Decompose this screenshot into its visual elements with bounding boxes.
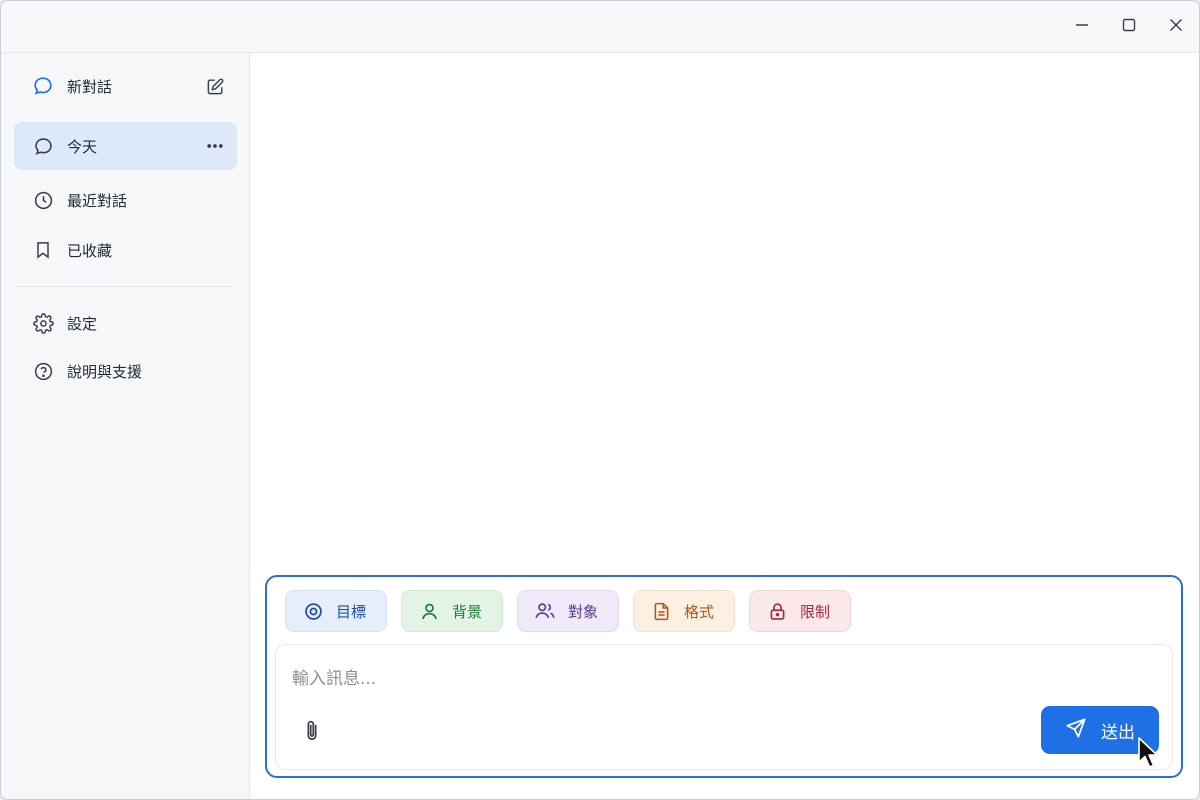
minimize-button[interactable] <box>1058 1 1105 53</box>
chip-label: 限制 <box>800 602 831 621</box>
sidebar: 新對話 今天 最近對話 已收藏 設定 說明與支援 <box>1 53 250 799</box>
new-chat-button[interactable]: 新對話 <box>14 62 237 110</box>
message-input[interactable] <box>286 659 986 699</box>
help-circle-icon <box>32 360 54 382</box>
lock-icon <box>766 600 788 622</box>
sidebar-item-help[interactable]: 說明與支援 <box>14 347 237 395</box>
chip-format[interactable]: 格式 <box>633 590 735 632</box>
sidebar-item-settings[interactable]: 設定 <box>14 299 237 347</box>
gear-icon <box>32 312 54 334</box>
chip-label: 對象 <box>568 602 599 621</box>
chip-constraints[interactable]: 限制 <box>749 590 851 632</box>
minimize-icon <box>1074 17 1090 37</box>
chip-background[interactable]: 背景 <box>401 590 503 632</box>
chip-goal[interactable]: 目標 <box>285 590 387 632</box>
sidebar-item-today[interactable]: 今天 <box>14 122 237 170</box>
send-icon <box>1065 717 1087 744</box>
new-chat-label: 新對話 <box>67 77 113 96</box>
people-icon <box>534 600 556 622</box>
paperclip-icon <box>301 718 323 748</box>
maximize-button[interactable] <box>1105 1 1152 53</box>
title-bar <box>1 1 1199 53</box>
chip-label: 背景 <box>452 602 483 621</box>
prompt-chip-row: 目標 背景 對象 格式 限制 <box>285 590 851 632</box>
sidebar-item-label: 設定 <box>67 314 98 333</box>
edit-icon[interactable] <box>203 74 227 98</box>
attach-button[interactable] <box>298 719 326 747</box>
window-controls <box>1058 1 1199 53</box>
chat-bubble-icon <box>32 135 54 157</box>
sidebar-item-label: 最近對話 <box>67 191 128 210</box>
sidebar-item-label: 已收藏 <box>67 241 113 260</box>
chat-bubble-icon <box>32 75 54 97</box>
chip-label: 格式 <box>684 602 715 621</box>
document-icon <box>650 600 672 622</box>
send-label: 送出 <box>1101 722 1135 743</box>
clock-icon <box>32 189 54 211</box>
close-icon <box>1168 17 1184 37</box>
sidebar-item-label: 說明與支援 <box>67 362 143 381</box>
target-icon <box>302 600 324 622</box>
message-input-box: 送出 <box>275 644 1173 770</box>
person-icon <box>418 600 440 622</box>
sidebar-item-recent[interactable]: 最近對話 <box>14 176 237 224</box>
message-composer: 目標 背景 對象 格式 限制 輸入訊息... 送出 <box>265 575 1183 778</box>
chip-audience[interactable]: 對象 <box>517 590 619 632</box>
sidebar-divider <box>17 286 233 287</box>
chip-label: 目標 <box>336 602 367 621</box>
maximize-icon <box>1121 17 1137 37</box>
sidebar-item-bookmarked[interactable]: 已收藏 <box>14 226 237 274</box>
close-button[interactable] <box>1152 1 1199 53</box>
mouse-cursor-icon <box>1138 737 1158 768</box>
sidebar-item-label: 今天 <box>67 137 98 156</box>
app-window: 新對話 今天 最近對話 已收藏 設定 說明與支援 目標 背景 對象 格式 限制 … <box>0 0 1200 800</box>
chat-main-area: 目標 背景 對象 格式 限制 輸入訊息... 送出 <box>250 53 1199 799</box>
more-horizontal-icon[interactable] <box>203 134 227 158</box>
bookmark-icon <box>32 239 54 261</box>
